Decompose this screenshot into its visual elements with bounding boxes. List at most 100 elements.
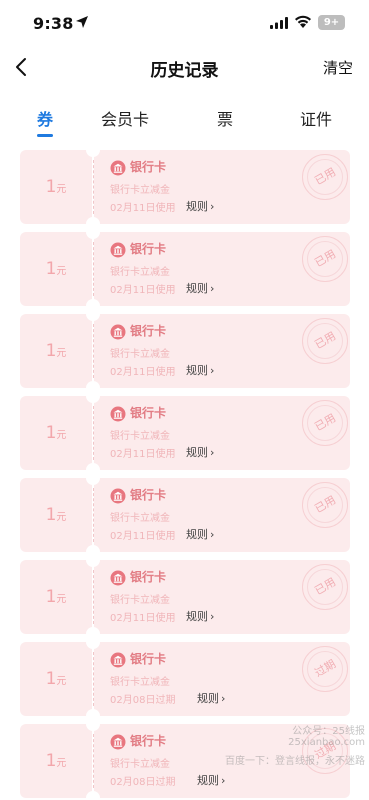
tab-coupon[interactable]: 券: [37, 106, 53, 130]
chevron-right-icon: ›: [221, 692, 226, 705]
bank-icon: [110, 652, 126, 668]
coupon-amount-value: 1: [45, 751, 57, 771]
coupon-notch: [86, 791, 100, 799]
coupon-divider: [93, 324, 94, 378]
coupon-notch: [86, 217, 100, 225]
coupon-amount: 1元: [20, 669, 92, 689]
coupon-subtitle: 银行卡立减金: [110, 513, 170, 524]
coupon-amount-unit: 元: [56, 512, 67, 523]
coupon-status-stamp: 已用: [302, 154, 348, 200]
coupon-card[interactable]: 1元 银行卡 银行卡立减金 02月11日使用 规则 › 已用: [20, 477, 350, 553]
bank-icon: [110, 734, 126, 750]
coupon-amount-unit: 元: [56, 594, 67, 605]
coupon-amount-unit: 元: [56, 758, 67, 769]
coupon-date: 02月11日使用: [110, 203, 176, 214]
tab-bar: 券 会员卡 票 证件: [0, 100, 369, 144]
coupon-notch: [86, 627, 100, 635]
coupon-amount-value: 1: [45, 505, 57, 525]
coupon-rule-label: 规则: [186, 282, 208, 295]
coupon-title: 银行卡: [130, 242, 167, 256]
coupon-card[interactable]: 1元 银行卡 银行卡立减金 02月11日使用 规则 › 已用: [20, 149, 350, 225]
coupon-rule-link[interactable]: 规则 ›: [186, 280, 214, 296]
coupon-amount-unit: 元: [56, 348, 67, 359]
coupon-title: 银行卡: [130, 734, 167, 748]
tab-ticket[interactable]: 票: [217, 106, 233, 130]
coupon-title: 银行卡: [130, 652, 167, 666]
coupon-title: 银行卡: [130, 406, 167, 420]
coupon-date: 02月11日使用: [110, 285, 176, 296]
coupon-amount-unit: 元: [56, 184, 67, 195]
coupon-notch: [86, 709, 100, 717]
coupon-notch: [86, 545, 100, 553]
clear-button[interactable]: 清空: [323, 57, 353, 78]
coupon-rule-link[interactable]: 规则 ›: [197, 690, 225, 706]
bank-icon: [110, 324, 126, 340]
coupon-amount-unit: 元: [56, 676, 67, 687]
tab-member-card[interactable]: 会员卡: [101, 106, 149, 130]
chevron-right-icon: ›: [221, 774, 226, 787]
coupon-divider: [93, 242, 94, 296]
coupon-status-stamp: 已用: [302, 236, 348, 282]
coupon-rule-label: 规则: [197, 774, 219, 787]
coupon-date: 02月11日使用: [110, 367, 176, 378]
chevron-right-icon: ›: [210, 282, 215, 295]
watermark-line-1: 公众号：25线报: [292, 726, 365, 737]
chevron-right-icon: ›: [210, 200, 215, 213]
coupon-card[interactable]: 1元 银行卡银行卡立减金 02月11日使用 规则 › 已用: [20, 313, 350, 389]
bank-icon: [110, 570, 126, 586]
coupon-rule-link[interactable]: 规则 ›: [186, 198, 214, 214]
coupon-card[interactable]: 1元 银行卡 银行卡立减金 02月11日使用 规则 › 已用: [20, 559, 350, 635]
battery-indicator: 9+: [318, 15, 345, 30]
coupon-status-stamp: 过期: [302, 646, 348, 692]
coupon-date: 02月11日使用: [110, 449, 176, 460]
coupon-amount-value: 1: [45, 341, 57, 361]
coupon-divider: [93, 734, 94, 788]
coupon-card[interactable]: 1元 银行卡 银行卡立减金 02月11日使用 规则 › 已用: [20, 395, 350, 471]
coupon-amount-unit: 元: [56, 430, 67, 441]
bank-icon: [110, 488, 126, 504]
watermark-line-2: 25xianbao.com: [288, 737, 365, 748]
coupon-amount-value: 1: [45, 587, 57, 607]
coupon-status-stamp: 已用: [302, 564, 348, 610]
coupon-title: 银行卡: [130, 570, 167, 584]
coupon-title: 银行卡: [130, 160, 167, 174]
coupon-rule-link[interactable]: 规则 ›: [186, 362, 214, 378]
coupon-amount-value: 1: [45, 669, 57, 689]
coupon-amount: 1元: [20, 505, 92, 525]
coupon-status-stamp: 已用: [302, 482, 348, 528]
coupon-rule-link[interactable]: 规则 ›: [186, 608, 214, 624]
coupon-status-stamp: 已用: [302, 318, 348, 364]
coupon-rule-label: 规则: [186, 200, 208, 213]
bank-icon: [110, 242, 126, 258]
coupon-rule-link[interactable]: 规则 ›: [186, 526, 214, 542]
chevron-right-icon: ›: [210, 610, 215, 623]
status-time: 9:38: [33, 14, 74, 33]
bank-icon: [110, 160, 126, 176]
coupon-rule-link[interactable]: 规则 ›: [186, 444, 214, 460]
coupon-subtitle: 银行卡立减金: [110, 595, 170, 606]
tab-id-documents[interactable]: 证件: [300, 106, 332, 130]
coupon-amount-value: 1: [45, 423, 57, 443]
coupon-rule-label: 规则: [186, 610, 208, 623]
coupon-card[interactable]: 1元 银行卡 银行卡立减金 02月08日过期 规则 › 过期: [20, 641, 350, 717]
coupon-amount: 1元: [20, 423, 92, 443]
coupon-divider: [93, 652, 94, 706]
coupon-title: 银行卡: [130, 324, 167, 338]
coupon-amount: 1元: [20, 259, 92, 279]
coupon-rule-link[interactable]: 规则 ›: [197, 772, 225, 788]
coupon-subtitle: 银行卡立减金: [110, 349, 170, 360]
chevron-right-icon: ›: [210, 528, 215, 541]
coupon-card[interactable]: 1元 银行卡 银行卡立减金 02月11日使用 规则 › 已用: [20, 231, 350, 307]
coupon-title: 银行卡: [130, 488, 167, 502]
coupon-rule-label: 规则: [186, 446, 208, 459]
coupon-rule-label: 规则: [186, 528, 208, 541]
coupon-amount-value: 1: [45, 177, 57, 197]
coupon-rule-label: 规则: [197, 692, 219, 705]
location-arrow-icon: [76, 16, 88, 28]
coupon-notch: [86, 463, 100, 471]
coupon-subtitle: 银行卡立减金: [110, 431, 170, 442]
chevron-right-icon: ›: [210, 446, 215, 459]
coupon-amount-unit: 元: [56, 266, 67, 277]
cellular-signal-icon: [270, 17, 288, 29]
active-tab-indicator: [37, 134, 53, 137]
